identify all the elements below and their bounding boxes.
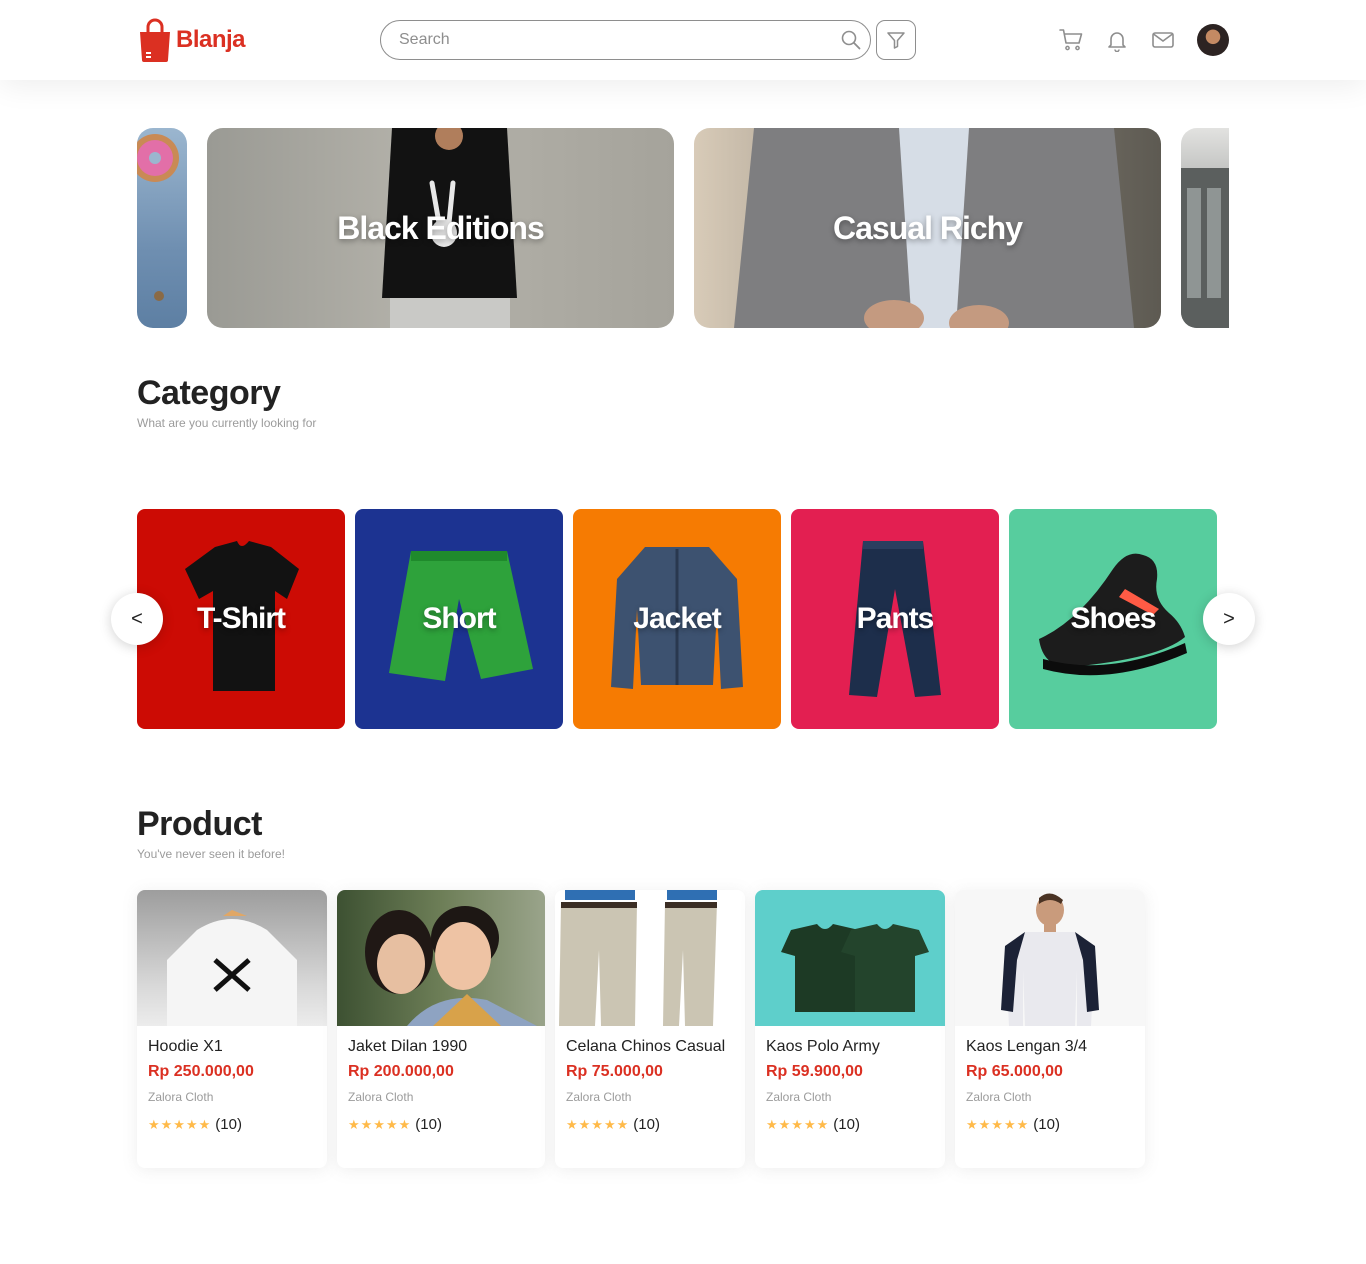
banner-casual-richy[interactable]: Casual Richy	[694, 128, 1161, 328]
product-name: Jaket Dilan 1990	[348, 1038, 468, 1055]
product-store: Zalora Cloth	[966, 1090, 1032, 1104]
product-rating: ★★★★★ (10)	[566, 1116, 660, 1133]
banner-black-editions[interactable]: Black Editions	[207, 128, 674, 328]
product-image	[137, 890, 327, 1026]
banner-partial-left[interactable]	[137, 128, 187, 328]
search-input[interactable]	[399, 21, 839, 59]
product-image	[555, 890, 745, 1026]
star-rating-icon: ★★★★★	[966, 1116, 1030, 1132]
filter-button[interactable]	[876, 20, 916, 60]
search-icon[interactable]	[841, 30, 861, 50]
category-card-tshirt[interactable]: T-Shirt	[137, 509, 345, 729]
brand-name: Blanja	[176, 26, 246, 53]
product-card[interactable]: Celana Chinos Casual Rp 75.000,00 Zalora…	[555, 890, 745, 1168]
product-card[interactable]: Jaket Dilan 1990 Rp 200.000,00 Zalora Cl…	[337, 890, 545, 1168]
mail-icon[interactable]	[1151, 28, 1175, 52]
product-price: Rp 200.000,00	[348, 1063, 454, 1080]
product-name: Kaos Lengan 3/4	[966, 1038, 1087, 1055]
product-image	[337, 890, 545, 1026]
product-name: Kaos Polo Army	[766, 1038, 880, 1055]
product-card[interactable]: Hoodie X1 Rp 250.000,00 Zalora Cloth ★★★…	[137, 890, 327, 1168]
product-price: Rp 75.000,00	[566, 1063, 663, 1080]
search-box	[380, 20, 871, 60]
category-card-pants[interactable]: Pants	[791, 509, 999, 729]
banner-title: Casual Richy	[833, 209, 1023, 246]
brand-logo[interactable]: Blanja	[138, 18, 246, 62]
category-card-jacket[interactable]: Jacket	[573, 509, 781, 729]
product-store: Zalora Cloth	[148, 1090, 214, 1104]
navbar: Blanja	[0, 0, 1366, 80]
product-price: Rp 250.000,00	[148, 1063, 254, 1080]
product-price: Rp 59.900,00	[766, 1063, 863, 1080]
product-store: Zalora Cloth	[566, 1090, 632, 1104]
cart-icon[interactable]	[1059, 28, 1083, 52]
category-next-button[interactable]: >	[1203, 593, 1255, 645]
product-rating: ★★★★★ (10)	[348, 1116, 442, 1133]
building-image	[1181, 168, 1229, 328]
bell-icon[interactable]	[1105, 28, 1129, 52]
review-count: (10)	[633, 1116, 660, 1133]
product-store: Zalora Cloth	[766, 1090, 832, 1104]
product-rating: ★★★★★ (10)	[966, 1116, 1060, 1133]
product-image	[755, 890, 945, 1026]
product-subtitle: You've never seen it before!	[137, 847, 285, 861]
filter-icon	[887, 32, 905, 49]
product-name: Hoodie X1	[148, 1038, 223, 1055]
banner-partial-right[interactable]	[1181, 128, 1229, 328]
product-rating: ★★★★★ (10)	[766, 1116, 860, 1133]
star-rating-icon: ★★★★★	[566, 1116, 630, 1132]
category-title: Category	[137, 374, 281, 412]
product-name: Celana Chinos Casual	[566, 1038, 726, 1055]
review-count: (10)	[415, 1116, 442, 1133]
category-card-short[interactable]: Short	[355, 509, 563, 729]
product-title: Product	[137, 805, 262, 843]
review-count: (10)	[215, 1116, 242, 1133]
category-label: Short	[422, 602, 496, 635]
shopping-bag-icon	[140, 18, 170, 62]
product-image	[955, 890, 1145, 1026]
product-rating: ★★★★★ (10)	[148, 1116, 242, 1133]
product-card[interactable]: Kaos Lengan 3/4 Rp 65.000,00 Zalora Clot…	[955, 890, 1145, 1168]
category-card-shoes[interactable]: Shoes	[1009, 509, 1217, 729]
category-prev-button[interactable]: <	[111, 593, 163, 645]
star-rating-icon: ★★★★★	[348, 1116, 412, 1132]
category-subtitle: What are you currently looking for	[137, 416, 317, 430]
product-price: Rp 65.000,00	[966, 1063, 1063, 1080]
category-label: T-Shirt	[197, 602, 286, 635]
review-count: (10)	[1033, 1116, 1060, 1133]
review-count: (10)	[833, 1116, 860, 1133]
product-store: Zalora Cloth	[348, 1090, 414, 1104]
donut-patch-image	[137, 134, 179, 301]
banner-title: Black Editions	[337, 209, 544, 246]
category-label: Pants	[856, 602, 935, 635]
category-label: Jacket	[633, 602, 721, 635]
category-label: Shoes	[1070, 602, 1156, 635]
star-rating-icon: ★★★★★	[148, 1116, 212, 1132]
star-rating-icon: ★★★★★	[766, 1116, 830, 1132]
product-card[interactable]: Kaos Polo Army Rp 59.900,00 Zalora Cloth…	[755, 890, 945, 1168]
user-avatar[interactable]	[1197, 24, 1229, 56]
